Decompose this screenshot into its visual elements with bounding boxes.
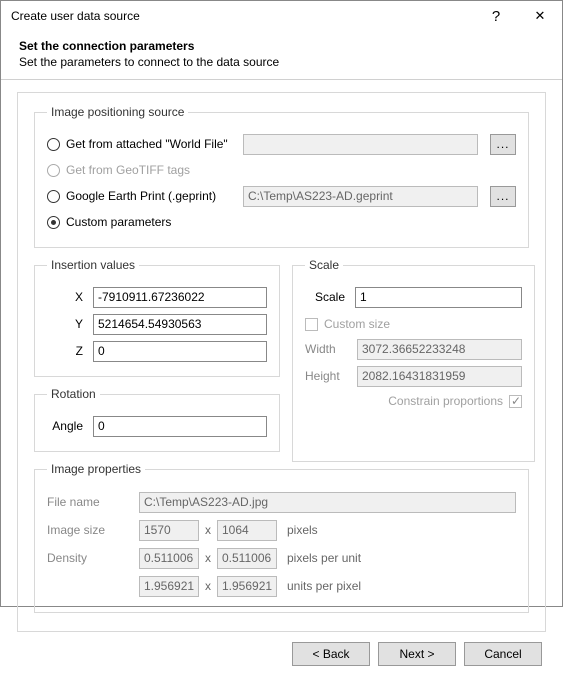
scale-input[interactable]	[355, 287, 522, 308]
z-label: Z	[47, 344, 93, 358]
angle-input[interactable]	[93, 416, 267, 437]
y-input[interactable]	[93, 314, 267, 335]
geprint-browse-button[interactable]: ...	[490, 186, 516, 207]
image-properties-group: Image properties File name Image size x …	[34, 462, 529, 613]
density-label: Density	[47, 551, 139, 565]
page-title: Set the connection parameters	[19, 39, 544, 53]
y-label: Y	[47, 317, 93, 331]
radio-geotiff-label: Get from GeoTIFF tags	[66, 163, 190, 177]
z-input[interactable]	[93, 341, 267, 362]
next-button[interactable]: Next >	[378, 642, 456, 666]
radio-world-file-input[interactable]	[47, 138, 60, 151]
height-input	[357, 366, 522, 387]
width-input	[357, 339, 522, 360]
radio-geprint[interactable]: Google Earth Print (.geprint)	[47, 189, 237, 203]
angle-label: Angle	[47, 419, 93, 433]
radio-geotiff-input	[47, 164, 60, 177]
world-file-browse-button[interactable]: ...	[490, 134, 516, 155]
radio-world-file[interactable]: Get from attached "World File"	[47, 137, 237, 151]
titlebar: Create user data source ? ✕	[1, 1, 562, 31]
radio-geprint-label: Google Earth Print (.geprint)	[66, 189, 216, 203]
help-button[interactable]: ?	[474, 1, 518, 31]
back-button[interactable]: < Back	[292, 642, 370, 666]
upp-a-input	[139, 576, 199, 597]
density-b-input	[217, 548, 277, 569]
width-label: Width	[305, 342, 357, 356]
custom-size-checkbox	[305, 318, 318, 331]
custom-size-label: Custom size	[324, 317, 390, 331]
cancel-button[interactable]: Cancel	[464, 642, 542, 666]
density-unit1: pixels per unit	[287, 551, 361, 565]
positioning-source-group: Image positioning source Get from attach…	[34, 105, 529, 248]
x-label: X	[47, 290, 93, 304]
filename-input	[139, 492, 516, 513]
constrain-proportions-checkbox	[509, 395, 522, 408]
scale-legend: Scale	[305, 258, 343, 272]
form-content: Image positioning source Get from attach…	[17, 92, 546, 632]
close-button[interactable]: ✕	[518, 1, 562, 31]
constrain-proportions-label: Constrain proportions	[388, 394, 503, 408]
wizard-header: Set the connection parameters Set the pa…	[1, 31, 562, 79]
page-subtitle: Set the parameters to connect to the dat…	[19, 55, 544, 69]
height-label: Height	[305, 369, 357, 383]
image-properties-legend: Image properties	[47, 462, 145, 476]
upp-b-input	[217, 576, 277, 597]
insertion-values-legend: Insertion values	[47, 258, 139, 272]
filename-label: File name	[47, 495, 139, 509]
times-icon: x	[205, 523, 211, 537]
times-icon: x	[205, 551, 211, 565]
upp-unit: units per pixel	[287, 579, 361, 593]
scale-label: Scale	[305, 290, 355, 304]
x-input[interactable]	[93, 287, 267, 308]
imagesize-h-input	[217, 520, 277, 541]
radio-custom-label: Custom parameters	[66, 215, 171, 229]
positioning-source-legend: Image positioning source	[47, 105, 188, 119]
radio-custom[interactable]: Custom parameters	[47, 215, 237, 229]
radio-custom-input[interactable]	[47, 216, 60, 229]
rotation-group: Rotation Angle	[34, 387, 280, 452]
density-a-input	[139, 548, 199, 569]
world-file-path-input	[243, 134, 478, 155]
insertion-values-group: Insertion values X Y Z	[34, 258, 280, 377]
radio-geotiff: Get from GeoTIFF tags	[47, 163, 237, 177]
radio-geprint-input[interactable]	[47, 190, 60, 203]
wizard-footer: < Back Next > Cancel	[1, 632, 562, 676]
geprint-path-input	[243, 186, 478, 207]
imagesize-w-input	[139, 520, 199, 541]
window-title: Create user data source	[11, 9, 474, 23]
imagesize-label: Image size	[47, 523, 139, 537]
scale-group: Scale Scale Custom size Width Heig	[292, 258, 535, 462]
times-icon: x	[205, 579, 211, 593]
rotation-legend: Rotation	[47, 387, 100, 401]
radio-world-file-label: Get from attached "World File"	[66, 137, 228, 151]
imagesize-unit: pixels	[287, 523, 318, 537]
